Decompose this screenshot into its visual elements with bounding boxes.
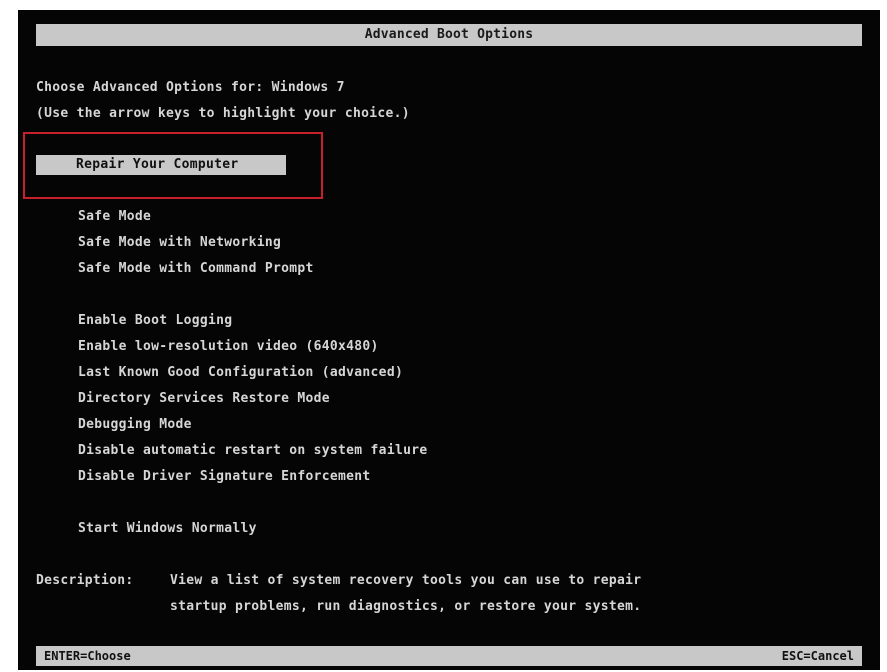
title-bar: Advanced Boot Options [36, 24, 862, 46]
menu-item-debugging-mode[interactable]: Debugging Mode [78, 416, 192, 434]
boot-screen: Advanced Boot Options Choose Advanced Op… [18, 10, 880, 670]
choose-options-heading: Choose Advanced Options for: Windows 7 [36, 80, 345, 95]
description-text-line-2: startup problems, run diagnostics, or re… [170, 599, 642, 614]
menu-item-safe-mode[interactable]: Safe Mode [78, 208, 151, 226]
menu-item-repair-your-computer[interactable]: Repair Your Computer [36, 155, 286, 175]
description-text-line-1: View a list of system recovery tools you… [170, 573, 642, 588]
menu-item-start-windows-normally[interactable]: Start Windows Normally [78, 520, 257, 538]
menu-item-disable-driver-signature[interactable]: Disable Driver Signature Enforcement [78, 468, 371, 486]
description-label: Description: [36, 573, 134, 588]
menu-item-disable-auto-restart[interactable]: Disable automatic restart on system fail… [78, 442, 427, 460]
footer-bar: ENTER=Choose ESC=Cancel [36, 646, 862, 666]
esc-cancel-hint: ESC=Cancel [781, 649, 854, 663]
enter-choose-hint: ENTER=Choose [44, 649, 131, 663]
menu-item-directory-services-restore[interactable]: Directory Services Restore Mode [78, 390, 330, 408]
menu-item-last-known-good[interactable]: Last Known Good Configuration (advanced) [78, 364, 403, 382]
instruction-text: (Use the arrow keys to highlight your ch… [36, 106, 410, 121]
menu-item-safe-mode-command-prompt[interactable]: Safe Mode with Command Prompt [78, 260, 314, 278]
menu-item-enable-boot-logging[interactable]: Enable Boot Logging [78, 312, 232, 330]
menu-item-safe-mode-networking[interactable]: Safe Mode with Networking [78, 234, 281, 252]
menu-item-low-resolution-video[interactable]: Enable low-resolution video (640x480) [78, 338, 379, 356]
